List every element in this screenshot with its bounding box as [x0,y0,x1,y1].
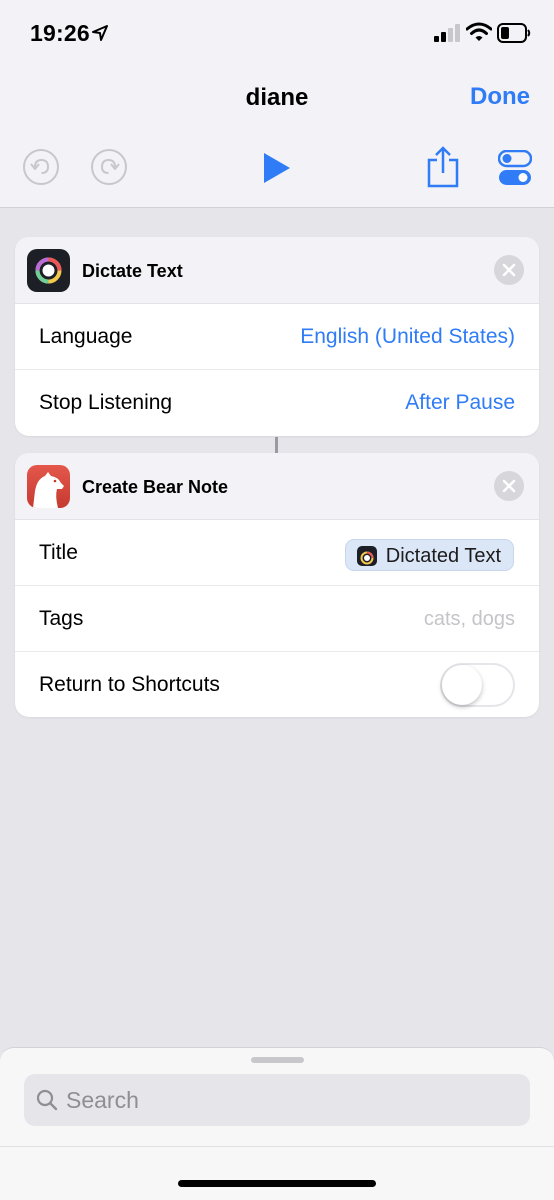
undo-icon[interactable] [22,148,60,191]
parameter-row-tags[interactable]: Tags cats, dogs [15,586,539,652]
location-arrow-icon [92,25,108,46]
signal-icon [434,24,460,47]
stop-listening-value[interactable]: After Pause [405,391,515,415]
parameter-label: Return to Shortcuts [39,673,220,696]
parameter-row-stop-listening[interactable]: Stop Listening After Pause [15,370,539,436]
settings-toggle-icon[interactable] [497,149,533,191]
play-icon[interactable] [262,152,292,189]
return-to-shortcuts-toggle[interactable] [440,663,515,707]
action-title: Create Bear Note [82,477,229,497]
sheet-grabber[interactable] [251,1057,304,1063]
action-header: Dictate Text [15,237,539,304]
status-bar: 19:26 [0,0,554,62]
magic-variable-token[interactable]: Dictated Text [344,539,514,571]
status-time: 19:26 [30,20,90,46]
parameter-label: Title [39,541,78,564]
parameter-label: Stop Listening [39,391,173,414]
share-icon[interactable] [426,146,460,193]
parameter-label: Tags [39,607,84,630]
navigation-bar: diane Done [0,62,554,208]
remove-action-button[interactable] [494,471,524,501]
action-header: Create Bear Note [15,453,539,520]
done-button[interactable]: Done [470,83,530,111]
search-bar[interactable] [24,1074,530,1126]
parameter-row-return-to-shortcuts: Return to Shortcuts [15,652,539,717]
home-indicator[interactable] [178,1180,376,1187]
action-search-sheet [0,1047,554,1200]
remove-action-button[interactable] [494,255,524,285]
divider [0,1146,554,1147]
parameter-row-title[interactable]: Title Dictated Text [15,520,539,586]
battery-icon [497,23,531,48]
parameter-row-language[interactable]: Language English (United States) [15,304,539,370]
close-icon [502,263,516,277]
close-icon [502,479,516,493]
search-input[interactable] [66,1082,506,1118]
action-connector [275,437,278,453]
token-label: Dictated Text [385,545,501,567]
dictate-icon [356,546,377,566]
dictate-icon [27,249,70,292]
language-value[interactable]: English (United States) [300,325,515,349]
action-title: Dictate Text [82,261,183,281]
search-icon [36,1089,58,1116]
parameter-label: Language [39,325,133,348]
tags-field[interactable]: cats, dogs [424,608,515,631]
redo-icon[interactable] [90,148,128,191]
action-card-create-bear-note: Create Bear Note Title Dictated Text Tag… [15,453,539,717]
toggle-knob [442,665,482,705]
bear-app-icon [27,465,70,508]
wifi-icon [465,22,493,47]
action-card-dictate-text: Dictate Text Language English (United St… [15,237,539,436]
